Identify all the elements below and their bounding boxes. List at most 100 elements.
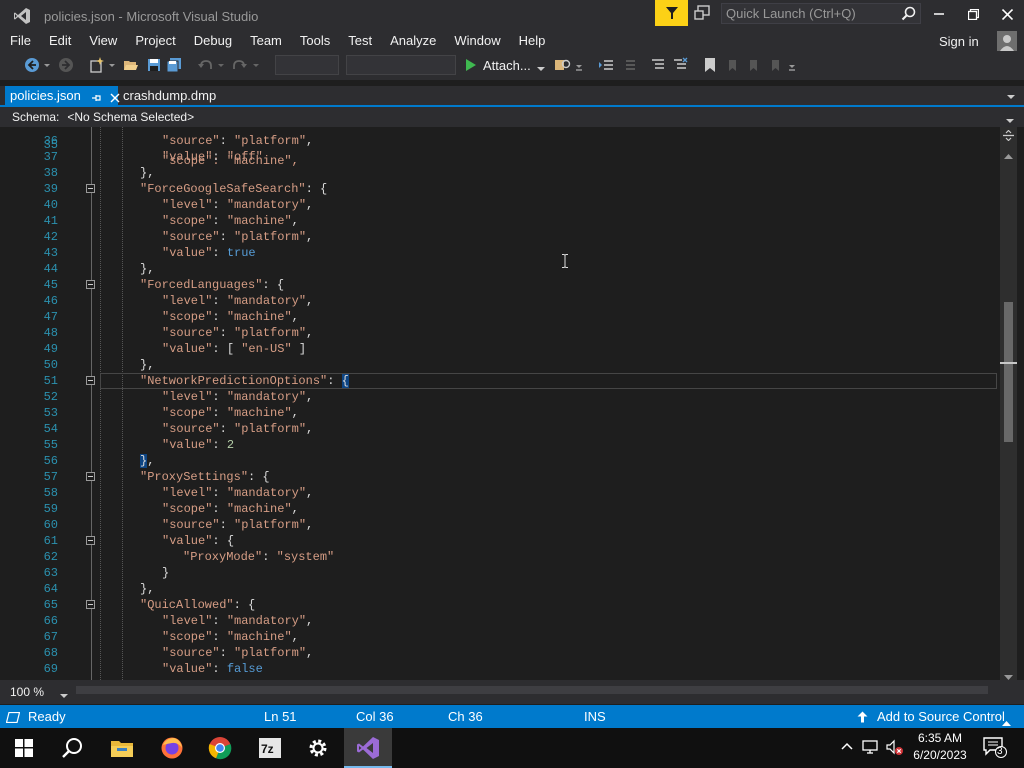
find-in-files-icon[interactable] bbox=[554, 57, 571, 73]
navigate-back-icon[interactable] bbox=[24, 57, 40, 73]
undo-icon[interactable] bbox=[197, 57, 213, 73]
toolbar-dropdown-icon[interactable] bbox=[575, 57, 583, 73]
menu-analyze[interactable]: Analyze bbox=[380, 32, 444, 52]
next-bookmark-icon[interactable] bbox=[745, 57, 761, 73]
tab-list-dropdown-icon[interactable] bbox=[1006, 90, 1016, 100]
toolbar-overflow-icon[interactable] bbox=[788, 57, 796, 73]
redo-icon[interactable] bbox=[232, 57, 248, 73]
7zip-icon[interactable]: 7z bbox=[246, 728, 294, 768]
vertical-scrollbar[interactable] bbox=[1000, 127, 1017, 680]
firefox-icon[interactable] bbox=[148, 728, 196, 768]
visual-studio-logo-icon bbox=[0, 0, 44, 32]
code-token: "level" bbox=[162, 390, 213, 404]
scroll-down-icon[interactable] bbox=[1004, 669, 1013, 680]
previous-bookmark-icon[interactable] bbox=[724, 57, 740, 73]
chevron-up-icon[interactable] bbox=[838, 738, 856, 756]
system-clock[interactable]: 6:35 AM 6/20/2023 bbox=[905, 730, 975, 764]
output-window-icon[interactable] bbox=[5, 711, 21, 724]
redo-dropdown-icon[interactable] bbox=[252, 57, 260, 73]
notification-flag-icon[interactable] bbox=[655, 0, 688, 26]
menu-debug[interactable]: Debug bbox=[184, 32, 240, 52]
collapse-region-icon[interactable] bbox=[86, 184, 95, 193]
bookmark-icon[interactable] bbox=[702, 57, 718, 73]
code-token: : bbox=[262, 550, 277, 564]
menu-file[interactable]: File bbox=[0, 32, 39, 52]
menu-team[interactable]: Team bbox=[240, 32, 290, 52]
code-token: : bbox=[219, 134, 235, 148]
code-token: "en-US" bbox=[241, 342, 292, 356]
pin-icon[interactable] bbox=[91, 91, 101, 101]
chevron-up-icon[interactable] bbox=[1002, 714, 1011, 726]
menu-tools[interactable]: Tools bbox=[290, 32, 338, 52]
code-text: "level": "mandatory", bbox=[162, 485, 313, 501]
tab-crashdump-dmp[interactable]: crashdump.dmp bbox=[118, 86, 216, 105]
collapse-region-icon[interactable] bbox=[86, 280, 95, 289]
quick-launch-box[interactable] bbox=[721, 3, 921, 24]
visual-studio-taskbar-icon[interactable] bbox=[344, 728, 392, 768]
chrome-icon[interactable] bbox=[196, 728, 244, 768]
code-token: "machine" bbox=[226, 406, 292, 420]
code-token: "mandatory" bbox=[226, 390, 307, 404]
menu-help[interactable]: Help bbox=[509, 32, 554, 52]
code-text: "NetworkPredictionOptions": { bbox=[140, 373, 349, 389]
zoom-level[interactable]: 100 % bbox=[0, 685, 44, 699]
settings-icon[interactable] bbox=[294, 728, 342, 768]
collapse-region-icon[interactable] bbox=[86, 600, 95, 609]
maximize-button[interactable] bbox=[956, 0, 990, 28]
outdent-icon[interactable] bbox=[598, 57, 614, 73]
code-token: "ForcedLanguages" bbox=[140, 278, 263, 292]
start-icon[interactable] bbox=[0, 728, 48, 768]
back-dropdown-icon[interactable] bbox=[43, 57, 51, 73]
network-icon[interactable] bbox=[862, 738, 880, 756]
code-token: : bbox=[212, 662, 227, 676]
attach-button[interactable]: Attach... bbox=[465, 55, 545, 75]
tab-policies-json[interactable]: policies.json bbox=[5, 86, 120, 105]
search-icon[interactable] bbox=[48, 728, 96, 768]
code-text: "ForceGoogleSafeSearch": { bbox=[140, 181, 327, 197]
search-icon[interactable] bbox=[901, 6, 916, 21]
menu-edit[interactable]: Edit bbox=[39, 32, 79, 52]
avatar[interactable] bbox=[997, 31, 1017, 51]
new-project-icon[interactable] bbox=[89, 57, 105, 73]
save-all-icon[interactable] bbox=[166, 57, 182, 73]
collapse-region-icon[interactable] bbox=[86, 536, 95, 545]
save-icon[interactable] bbox=[146, 57, 162, 73]
volume-muted-icon[interactable] bbox=[886, 738, 904, 756]
menu-view[interactable]: View bbox=[79, 32, 125, 52]
sign-in-link[interactable]: Sign in bbox=[939, 32, 979, 52]
solution-configuration-combo[interactable] bbox=[275, 55, 339, 75]
line-number: 49 bbox=[43, 342, 58, 356]
open-file-icon[interactable] bbox=[123, 57, 139, 73]
split-editor-icon[interactable] bbox=[1003, 129, 1014, 142]
close-button[interactable] bbox=[990, 0, 1024, 28]
scroll-up-icon[interactable] bbox=[1004, 147, 1013, 159]
minimize-button[interactable] bbox=[922, 0, 956, 28]
notification-center-icon[interactable]: 3 bbox=[983, 736, 1007, 758]
indent-icon[interactable] bbox=[620, 57, 636, 73]
comment-lines-icon[interactable] bbox=[650, 57, 666, 73]
menu-project[interactable]: Project bbox=[125, 32, 183, 52]
file-explorer-icon[interactable] bbox=[98, 728, 146, 768]
scrollbar-thumb[interactable] bbox=[1004, 302, 1013, 442]
new-dropdown-icon[interactable] bbox=[108, 57, 116, 73]
collapse-region-icon[interactable] bbox=[86, 472, 95, 481]
feedback-icon[interactable] bbox=[693, 4, 713, 24]
chevron-down-icon[interactable] bbox=[536, 61, 545, 71]
schema-selector[interactable]: <No Schema Selected> bbox=[67, 110, 194, 124]
clear-bookmarks-icon[interactable] bbox=[767, 57, 783, 73]
solution-platform-combo[interactable] bbox=[346, 55, 456, 75]
zoom-dropdown-icon[interactable] bbox=[60, 688, 69, 698]
menu-window[interactable]: Window bbox=[444, 32, 508, 52]
menu-test[interactable]: Test bbox=[338, 32, 380, 52]
uncomment-lines-icon[interactable] bbox=[672, 57, 688, 73]
undo-dropdown-icon[interactable] bbox=[217, 57, 225, 73]
code-editor[interactable]: 35 "scope": "machine", 36 "source": "plat… bbox=[0, 127, 1000, 680]
collapse-region-icon[interactable] bbox=[86, 376, 95, 385]
navigate-forward-icon[interactable] bbox=[58, 57, 74, 73]
chevron-down-icon[interactable] bbox=[1005, 113, 1015, 123]
quick-launch-input[interactable] bbox=[726, 6, 901, 21]
code-text: "level": "mandatory", bbox=[162, 389, 313, 405]
add-to-source-control[interactable]: Add to Source Control bbox=[877, 709, 1005, 724]
code-token: "source" bbox=[162, 326, 220, 340]
horizontal-scrollbar[interactable] bbox=[76, 686, 988, 694]
